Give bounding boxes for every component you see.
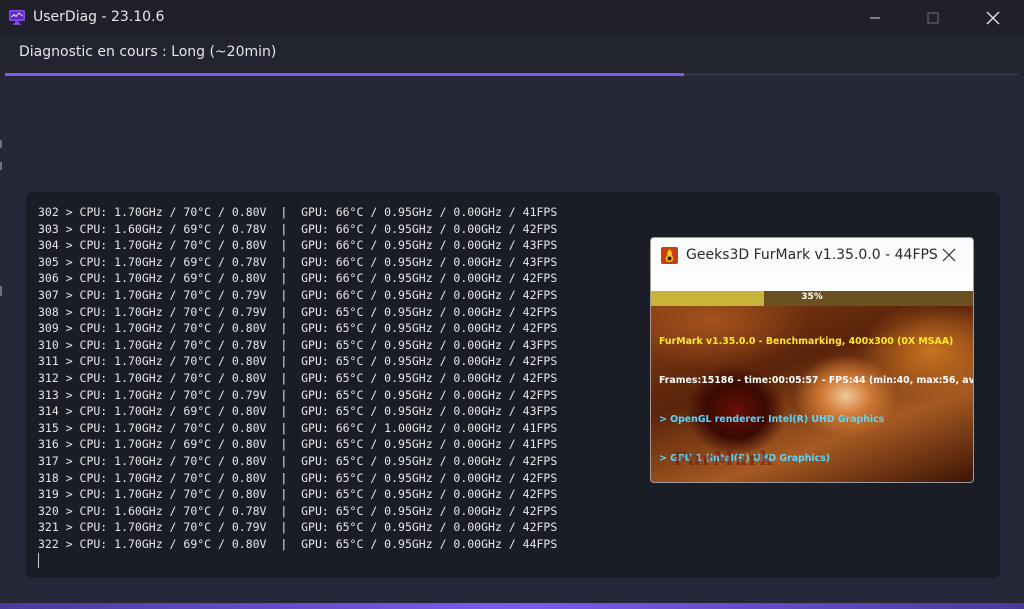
- console-line: 303 > CPU: 1.60GHz / 69°C / 0.78V | GPU:…: [38, 221, 558, 236]
- console-line: 307 > CPU: 1.70GHz / 70°C / 0.79V | GPU:…: [38, 287, 558, 302]
- furmark-logo: FurMark: [673, 448, 774, 470]
- console-line: 321 > CPU: 1.70GHz / 70°C / 0.79V | GPU:…: [38, 520, 558, 535]
- close-button[interactable]: [970, 0, 1016, 36]
- diagnostic-progress-fill: [5, 73, 685, 76]
- userdiag-window: UserDiag - 23.10.6 Diagnostic en cours :…: [0, 0, 1024, 609]
- window-title: UserDiag - 23.10.6: [33, 9, 165, 25]
- furmark-title: Geeks3D FurMark v1.35.0.0 - 44FPS: [686, 247, 938, 263]
- console-line: 317 > CPU: 1.70GHz / 70°C / 0.80V | GPU:…: [38, 453, 558, 468]
- minimize-icon: [870, 17, 880, 19]
- furmark-info-line: Frames:15186 - time:00:05:57 - FPS:44 (m…: [659, 375, 974, 386]
- console-line: 314 > CPU: 1.70GHz / 69°C / 0.80V | GPU:…: [38, 404, 558, 419]
- console-line: 320 > CPU: 1.60GHz / 70°C / 0.78V | GPU:…: [38, 503, 558, 518]
- console-line: 311 > CPU: 1.70GHz / 70°C / 0.80V | GPU:…: [38, 354, 558, 369]
- furmark-info-line: FurMark v1.35.0.0 - Benchmarking, 400x30…: [659, 336, 954, 347]
- maximize-button[interactable]: [910, 0, 956, 36]
- console-line: 322 > CPU: 1.70GHz / 69°C / 0.80V | GPU:…: [38, 536, 558, 551]
- console-line: 306 > CPU: 1.70GHz / 69°C / 0.80V | GPU:…: [38, 271, 558, 286]
- edge-mark: [0, 140, 2, 148]
- diagnostic-status: Diagnostic en cours : Long (~20min): [19, 44, 277, 60]
- console-line: 309 > CPU: 1.70GHz / 70°C / 0.80V | GPU:…: [38, 321, 558, 336]
- console-line: 318 > CPU: 1.70GHz / 70°C / 0.80V | GPU:…: [38, 470, 558, 485]
- close-icon[interactable]: [941, 247, 957, 263]
- close-icon: [986, 11, 1000, 25]
- furmark-window[interactable]: Geeks3D FurMark v1.35.0.0 - 44FPS 35% Fu…: [650, 237, 974, 483]
- monitor-icon: [9, 10, 25, 25]
- furmark-progress-label: 35%: [801, 292, 823, 302]
- console-line: 319 > CPU: 1.70GHz / 70°C / 0.80V | GPU:…: [38, 487, 558, 502]
- console-line: 305 > CPU: 1.70GHz / 69°C / 0.78V | GPU:…: [38, 254, 558, 269]
- edge-mark: [0, 162, 2, 170]
- console-line: 313 > CPU: 1.70GHz / 70°C / 0.79V | GPU:…: [38, 387, 558, 402]
- diagnostic-progress-bar: [5, 73, 1019, 76]
- console-line: 304 > CPU: 1.70GHz / 70°C / 0.80V | GPU:…: [38, 238, 558, 253]
- status-area: Diagnostic en cours : Long (~20min): [0, 36, 1024, 76]
- console-line: 308 > CPU: 1.70GHz / 70°C / 0.79V | GPU:…: [38, 304, 558, 319]
- console-line: 312 > CPU: 1.70GHz / 70°C / 0.80V | GPU:…: [38, 370, 558, 385]
- console-line: 302 > CPU: 1.70GHz / 70°C / 0.80V | GPU:…: [38, 205, 558, 219]
- furmark-info-line: > OpenGL renderer: Intel(R) UHD Graphics: [659, 414, 885, 425]
- minimize-button[interactable]: [852, 0, 898, 36]
- furmark-progress-bar: 35%: [651, 291, 973, 306]
- console-line: 315 > CPU: 1.70GHz / 70°C / 0.80V | GPU:…: [38, 420, 558, 435]
- bottom-accent-bar: [0, 603, 1024, 609]
- console-line: 310 > CPU: 1.70GHz / 70°C / 0.78V | GPU:…: [38, 337, 558, 352]
- furmark-icon: [661, 247, 678, 264]
- title-bar[interactable]: UserDiag - 23.10.6: [0, 0, 1024, 37]
- text-cursor: [38, 553, 39, 568]
- edge-mark: [0, 286, 2, 296]
- console-line: 316 > CPU: 1.70GHz / 69°C / 0.80V | GPU:…: [38, 437, 558, 452]
- console-log: 302 > CPU: 1.70GHz / 70°C / 0.80V | GPU:…: [38, 204, 557, 552]
- furmark-title-bar[interactable]: Geeks3D FurMark v1.35.0.0 - 44FPS: [651, 238, 973, 273]
- maximize-icon: [927, 12, 939, 24]
